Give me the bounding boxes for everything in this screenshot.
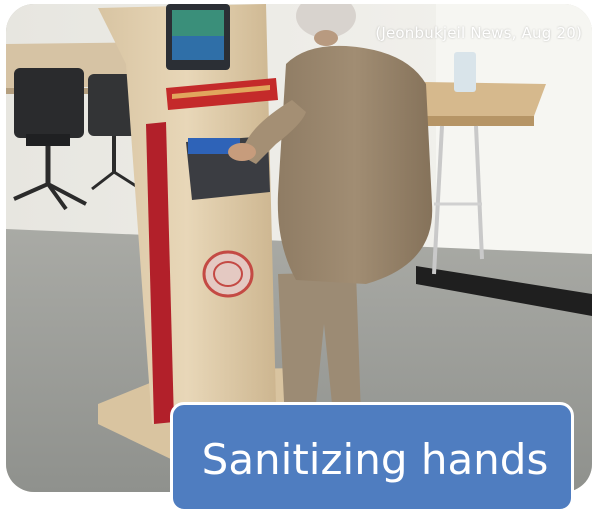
kiosk-logo [202,250,254,298]
caption-text: Sanitizing hands [201,435,549,484]
person-hand [228,143,256,161]
person-torso [277,45,433,285]
desk-right [416,82,546,116]
office-chair [14,68,84,138]
photo-credit: (Jeonbukjeil News, Aug 20) [375,24,582,42]
